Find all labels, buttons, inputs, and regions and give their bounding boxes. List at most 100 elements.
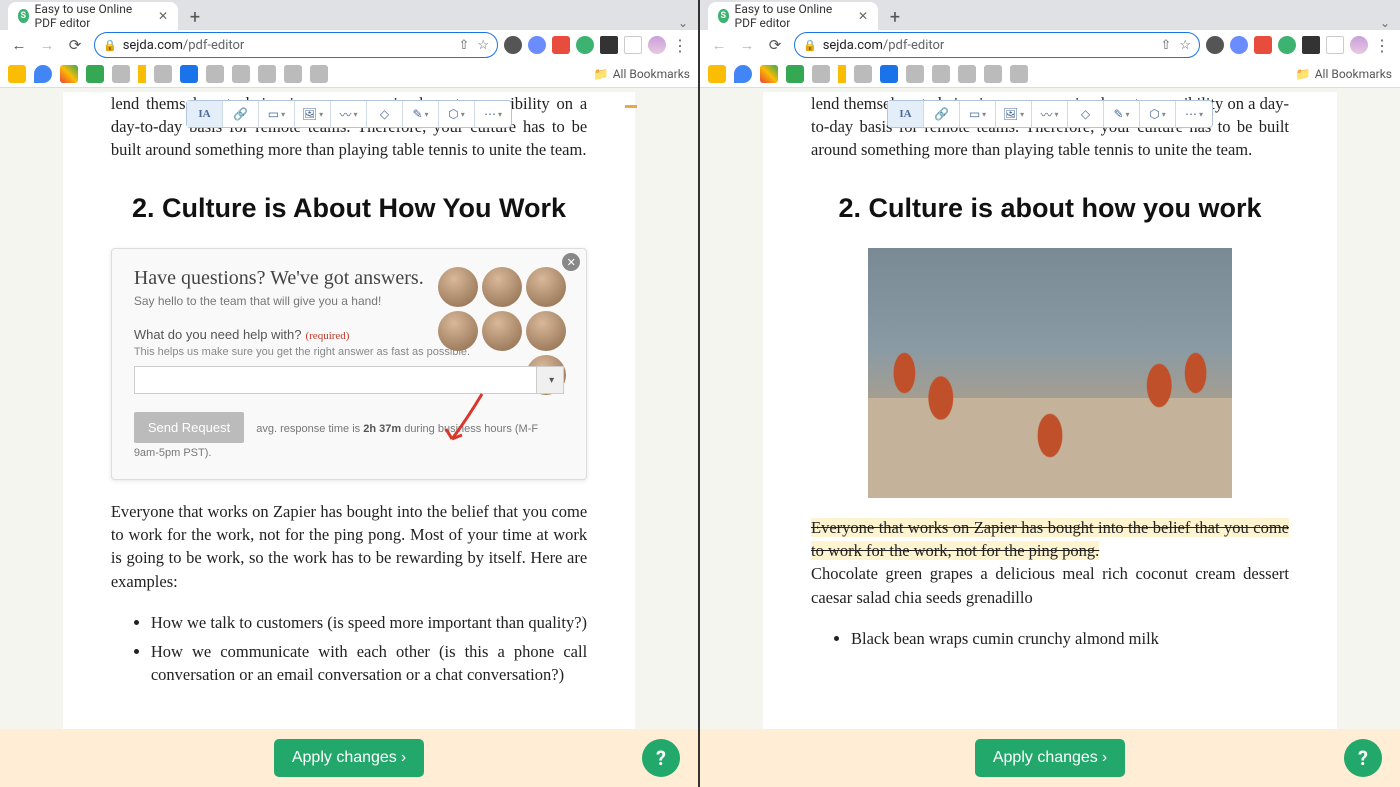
panel-icon[interactable] <box>1326 36 1344 54</box>
bookmark-folder[interactable] <box>310 65 328 83</box>
close-tab-icon[interactable]: ✕ <box>858 9 868 23</box>
close-tab-icon[interactable]: ✕ <box>158 9 168 23</box>
new-tab-button[interactable]: + <box>182 4 208 30</box>
forward-button[interactable]: → <box>34 32 60 58</box>
bookmark-item[interactable] <box>34 65 52 83</box>
list-item[interactable]: Black bean wraps cumin crunchy almond mi… <box>851 627 1289 650</box>
forward-button[interactable]: → <box>734 32 760 58</box>
profile-avatar[interactable] <box>1350 36 1368 54</box>
puzzle-icon[interactable] <box>600 36 618 54</box>
pdf-page[interactable]: IA 🔗 ▭▾ 🖼▾ 〰▾ ◇ ✎▾ ⬡▾ ⋯▾ lend themselves… <box>763 92 1337 729</box>
bookmark-item[interactable] <box>880 65 898 83</box>
extension-icon[interactable] <box>528 36 546 54</box>
browser-tab[interactable]: S Easy to use Online PDF editor ✕ <box>708 2 878 30</box>
bookmark-folder[interactable] <box>984 65 1002 83</box>
bookmark-item[interactable] <box>60 65 78 83</box>
bookmark-folder[interactable] <box>258 65 276 83</box>
back-button[interactable]: ← <box>6 32 32 58</box>
extension-icon[interactable] <box>552 36 570 54</box>
list-item[interactable]: How we communicate with each other (is t… <box>151 640 587 686</box>
extension-icon[interactable] <box>504 36 522 54</box>
apply-changes-button[interactable]: Apply changes› <box>975 739 1125 777</box>
list-item[interactable]: How we talk to customers (is speed more … <box>151 611 587 634</box>
bookmark-item[interactable] <box>734 65 752 83</box>
browser-menu-icon[interactable]: ⋮ <box>1374 36 1390 55</box>
reload-button[interactable]: ⟳ <box>762 32 788 58</box>
profile-avatar[interactable] <box>648 36 666 54</box>
form-tool-button[interactable]: ▭▾ <box>960 101 996 127</box>
extension-icon[interactable] <box>1230 36 1248 54</box>
text-tool-button[interactable]: IA <box>187 101 223 127</box>
edited-paragraph[interactable]: Everyone that works on Zapier has bought… <box>811 516 1289 608</box>
shape-tool-button[interactable]: ⬡▾ <box>439 101 475 127</box>
help-topic-select[interactable]: ▾ <box>134 366 564 394</box>
more-tools-button[interactable]: ⋯▾ <box>475 101 511 127</box>
all-bookmarks-button[interactable]: 📁 All Bookmarks <box>594 67 690 81</box>
star-icon[interactable]: ☆ <box>1179 38 1191 53</box>
share-icon[interactable]: ⇧ <box>1160 38 1171 53</box>
bookmark-item[interactable] <box>86 65 104 83</box>
more-tools-button[interactable]: ⋯▾ <box>1176 101 1212 127</box>
tabs-dropdown-icon[interactable]: ⌄ <box>1380 16 1390 30</box>
bookmark-folder[interactable] <box>232 65 250 83</box>
highlight-tool-button[interactable]: ✎▾ <box>1104 101 1140 127</box>
link-tool-button[interactable]: 🔗 <box>223 101 259 127</box>
form-tool-button[interactable]: ▭▾ <box>259 101 295 127</box>
embedded-image[interactable] <box>868 248 1231 498</box>
help-fab-button[interactable]: ? <box>642 739 680 777</box>
section-heading[interactable]: 2. Culture is about how you work <box>811 193 1289 224</box>
bookmark-folder[interactable] <box>854 65 872 83</box>
browser-tab[interactable]: S Easy to use Online PDF editor ✕ <box>8 2 178 30</box>
highlight-tool-button[interactable]: ✎▾ <box>403 101 439 127</box>
extension-icon[interactable] <box>1278 36 1296 54</box>
sign-tool-button[interactable]: 〰▾ <box>1032 101 1068 127</box>
extension-icon[interactable] <box>1254 36 1272 54</box>
bookmark-item[interactable] <box>760 65 778 83</box>
bookmark-item[interactable] <box>786 65 804 83</box>
bookmark-folder[interactable] <box>284 65 302 83</box>
reload-button[interactable]: ⟳ <box>62 32 88 58</box>
tabs-dropdown-icon[interactable]: ⌄ <box>678 16 688 30</box>
browser-menu-icon[interactable]: ⋮ <box>672 36 688 55</box>
bookmark-folder[interactable] <box>206 65 224 83</box>
star-icon[interactable]: ☆ <box>477 38 489 53</box>
bookmark-folder[interactable] <box>154 65 172 83</box>
send-request-button[interactable]: Send Request <box>134 412 244 443</box>
pdf-page[interactable]: IA 🔗 ▭▾ 🖼▾ 〰▾ ◇ ✎▾ ⬡▾ ⋯▾ lend themselves… <box>63 92 635 729</box>
bullet-list[interactable]: Black bean wraps cumin crunchy almond mi… <box>851 627 1289 650</box>
new-tab-button[interactable]: + <box>882 4 908 30</box>
bookmark-folder[interactable] <box>812 65 830 83</box>
all-bookmarks-button[interactable]: 📁 All Bookmarks <box>1296 67 1392 81</box>
bookmark-item[interactable] <box>838 65 846 83</box>
link-tool-button[interactable]: 🔗 <box>924 101 960 127</box>
image-tool-button[interactable]: 🖼▾ <box>996 101 1032 127</box>
sign-tool-button[interactable]: 〰▾ <box>331 101 367 127</box>
bookmark-item[interactable] <box>8 65 26 83</box>
back-button[interactable]: ← <box>706 32 732 58</box>
bookmark-folder[interactable] <box>906 65 924 83</box>
share-icon[interactable]: ⇧ <box>458 38 469 53</box>
panel-icon[interactable] <box>624 36 642 54</box>
address-bar[interactable]: 🔒 sejda.com/pdf-editor ⇧ ☆ <box>794 32 1200 58</box>
apply-changes-button[interactable]: Apply changes› <box>274 739 424 777</box>
section-heading[interactable]: 2. Culture is About How You Work <box>111 193 587 224</box>
help-fab-button[interactable]: ? <box>1344 739 1382 777</box>
text-tool-button[interactable]: IA <box>888 101 924 127</box>
bullet-list[interactable]: How we talk to customers (is speed more … <box>151 611 587 686</box>
bookmark-folder[interactable] <box>932 65 950 83</box>
address-bar[interactable]: 🔒 sejda.com/pdf-editor ⇧ ☆ <box>94 32 498 58</box>
bookmark-folder[interactable] <box>112 65 130 83</box>
whiteout-tool-button[interactable]: ◇ <box>1068 101 1104 127</box>
bookmark-item[interactable] <box>180 65 198 83</box>
bookmark-item[interactable] <box>708 65 726 83</box>
extension-icon[interactable] <box>1206 36 1224 54</box>
whiteout-tool-button[interactable]: ◇ <box>367 101 403 127</box>
shape-tool-button[interactable]: ⬡▾ <box>1140 101 1176 127</box>
bookmark-folder[interactable] <box>1010 65 1028 83</box>
extension-icon[interactable] <box>576 36 594 54</box>
puzzle-icon[interactable] <box>1302 36 1320 54</box>
image-tool-button[interactable]: 🖼▾ <box>295 101 331 127</box>
body-paragraph[interactable]: Everyone that works on Zapier has bought… <box>111 500 587 592</box>
bookmark-folder[interactable] <box>958 65 976 83</box>
bookmark-item[interactable] <box>138 65 146 83</box>
